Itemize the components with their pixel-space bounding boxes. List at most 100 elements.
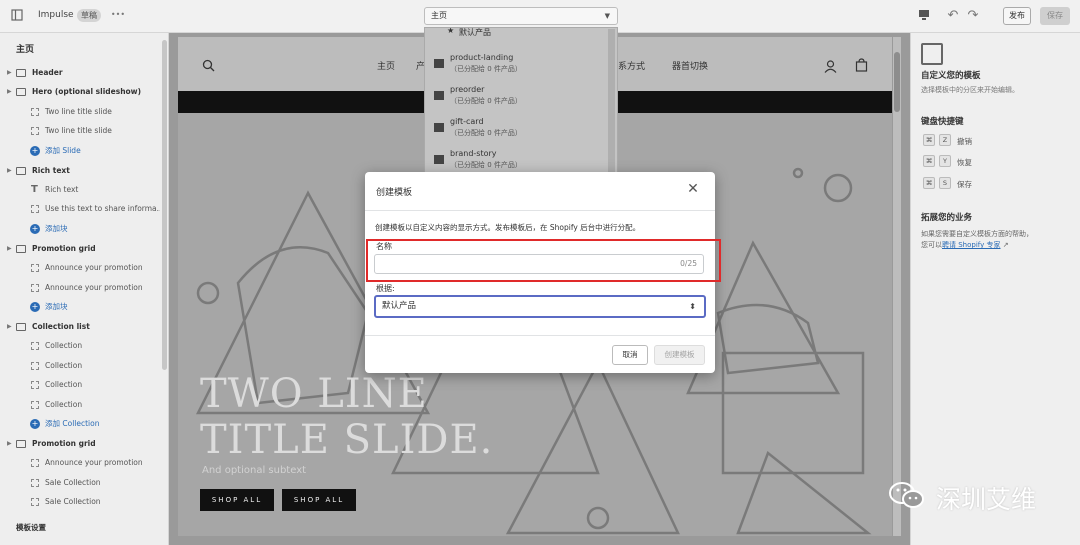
- sidebar-scrollbar[interactable]: [162, 40, 167, 370]
- sidebar-toggle-icon[interactable]: [10, 9, 24, 23]
- sidebar-item-label: 添加块: [45, 223, 68, 233]
- shop-all-button-1[interactable]: SHOP ALL: [200, 489, 274, 511]
- dropdown-item-label: preorder: [450, 85, 485, 94]
- page-select[interactable]: 主页 ▼: [424, 7, 618, 25]
- dropdown-item-brand-story[interactable]: brand-story （已分配给 0 件产品）: [425, 144, 610, 173]
- block-icon: [31, 381, 39, 390]
- hire-expert-link[interactable]: 聘请 Shopify 专家: [942, 241, 1001, 249]
- sidebar-item-label: Collection list: [32, 322, 90, 331]
- sidebar-block[interactable]: Collection: [0, 337, 160, 355]
- select-arrows-icon: ⬍: [689, 302, 696, 311]
- dropdown-scrollbar[interactable]: [608, 29, 615, 173]
- caret-icon[interactable]: ▶: [7, 435, 12, 453]
- sidebar-item-label: Collection: [45, 341, 83, 351]
- sidebar-item-label: Collection: [45, 399, 83, 409]
- sidebar-block[interactable]: Announce your promotion: [0, 454, 160, 472]
- more-actions-icon[interactable]: •••: [110, 8, 126, 22]
- sidebar-add-block[interactable]: + 添加 Slide: [0, 142, 160, 160]
- caret-icon[interactable]: ▶: [7, 83, 12, 101]
- undo-shortcut-label: 撤销: [957, 137, 972, 146]
- sidebar-block[interactable]: T Rich text: [0, 181, 160, 199]
- sidebar-block[interactable]: Announce your promotion: [0, 259, 160, 277]
- save-shortcut-label: 保存: [957, 180, 972, 189]
- sidebar-section[interactable]: ▶ Collection list: [0, 318, 160, 336]
- template-icon: [434, 123, 444, 132]
- command-key-icon: ⌘: [923, 177, 935, 189]
- nav-item-home[interactable]: 主页: [377, 59, 395, 72]
- sidebar-item-label: Hero (optional slideshow): [32, 87, 142, 97]
- search-icon[interactable]: [202, 57, 215, 76]
- account-icon[interactable]: [824, 58, 837, 77]
- block-icon: [31, 478, 39, 487]
- modal-title: 创建模板: [376, 188, 413, 198]
- s-key: S: [939, 177, 951, 189]
- based-on-select[interactable]: 默认产品 ⬍: [374, 295, 706, 318]
- cart-icon[interactable]: [855, 57, 868, 76]
- annotation-highlight-box: [366, 239, 721, 282]
- sidebar-item-label: Two line title slide: [45, 126, 112, 136]
- sidebar-add-block[interactable]: + 添加 Collection: [0, 415, 160, 433]
- publish-button[interactable]: 发布: [1003, 7, 1031, 25]
- nav-item-switcher[interactable]: 器首切换: [672, 59, 708, 72]
- sidebar-add-block[interactable]: + 添加块: [0, 298, 160, 316]
- section-icon: [16, 244, 26, 253]
- sidebar-block[interactable]: Collection: [0, 357, 160, 375]
- sidebar-add-block[interactable]: + 添加块: [0, 220, 160, 238]
- sidebar-block[interactable]: Use this text to share informa...: [0, 200, 160, 218]
- sidebar-section[interactable]: ▶ Promotion grid: [0, 240, 160, 258]
- hero-title-line1: TWO LINE: [200, 371, 428, 417]
- template-icon: [434, 155, 444, 164]
- nav-item-contact[interactable]: 系方式: [618, 59, 645, 72]
- shop-all-button-2[interactable]: SHOP ALL: [282, 489, 356, 511]
- sidebar-section[interactable]: ▶ Hero (optional slideshow): [0, 83, 160, 101]
- sidebar-section[interactable]: ▶ Header: [0, 64, 160, 82]
- dropdown-item-sub: （已分配给 0 件产品）: [450, 97, 522, 105]
- caret-icon[interactable]: ▶: [7, 64, 12, 82]
- block-icon: [31, 342, 39, 351]
- external-link-icon[interactable]: ↗: [1003, 241, 1009, 249]
- close-icon[interactable]: ✕: [685, 181, 701, 197]
- sidebar-item-label: 添加 Collection: [45, 419, 100, 428]
- sidebar-item-label: Announce your promotion: [45, 282, 143, 292]
- block-icon: [31, 459, 39, 468]
- create-template-button[interactable]: 创建模板: [654, 345, 705, 365]
- sidebar-item-label: Rich text: [45, 185, 79, 194]
- redo-icon[interactable]: ↷: [966, 9, 980, 23]
- device-preview-icon[interactable]: [917, 9, 931, 23]
- hero-subtext: And optional subtext: [202, 465, 307, 476]
- sidebar-item-label: Collection: [45, 380, 83, 390]
- wechat-icon: [888, 481, 926, 511]
- block-icon: [31, 400, 39, 409]
- dropdown-item-product-landing[interactable]: product-landing （已分配给 0 件产品）: [425, 48, 610, 80]
- caret-icon[interactable]: ▶: [7, 240, 12, 258]
- redo-shortcut-label: 恢复: [957, 158, 972, 167]
- undo-icon[interactable]: ↶: [946, 9, 960, 23]
- caret-icon[interactable]: ▶: [7, 162, 12, 180]
- sidebar-item-label: Announce your promotion: [45, 263, 143, 273]
- cancel-button[interactable]: 取消: [612, 345, 648, 365]
- caret-icon[interactable]: ▶: [7, 318, 12, 336]
- sidebar-block[interactable]: Announce your promotion: [0, 279, 160, 297]
- sidebar-section[interactable]: ▶ Rich text: [0, 162, 160, 180]
- section-icon: [16, 323, 26, 331]
- sidebar-block[interactable]: Collection: [0, 376, 160, 394]
- dropdown-item-preorder[interactable]: preorder （已分配给 0 件产品）: [425, 80, 610, 112]
- sidebar-section[interactable]: ▶ Promotion grid: [0, 435, 160, 453]
- sidebar-item-label: Header: [32, 68, 63, 77]
- preview-scrollbar-thumb[interactable]: [894, 52, 900, 112]
- sidebar-block[interactable]: Two line title slide: [0, 122, 160, 140]
- sidebar-item-label: Use this text to share informa...: [45, 204, 160, 214]
- sidebar-block[interactable]: Sale Collection: [0, 493, 160, 511]
- theme-settings-link[interactable]: 模板设置: [16, 519, 168, 537]
- sidebar-block[interactable]: Two line title slide: [0, 103, 160, 121]
- save-button[interactable]: 保存: [1040, 7, 1070, 25]
- expand-text-prefix: 您可以: [921, 241, 942, 249]
- star-icon: ★: [447, 27, 455, 35]
- sidebar-item-label: Two line title slide: [45, 106, 112, 116]
- sidebar-block[interactable]: Sale Collection: [0, 474, 160, 492]
- dropdown-item-label: brand-story: [450, 149, 497, 158]
- watermark-text: 深圳艾维: [936, 485, 1037, 514]
- sidebar-block[interactable]: Collection: [0, 396, 160, 414]
- block-icon: [31, 264, 39, 273]
- dropdown-item-gift-card[interactable]: gift-card （已分配给 0 件产品）: [425, 112, 610, 144]
